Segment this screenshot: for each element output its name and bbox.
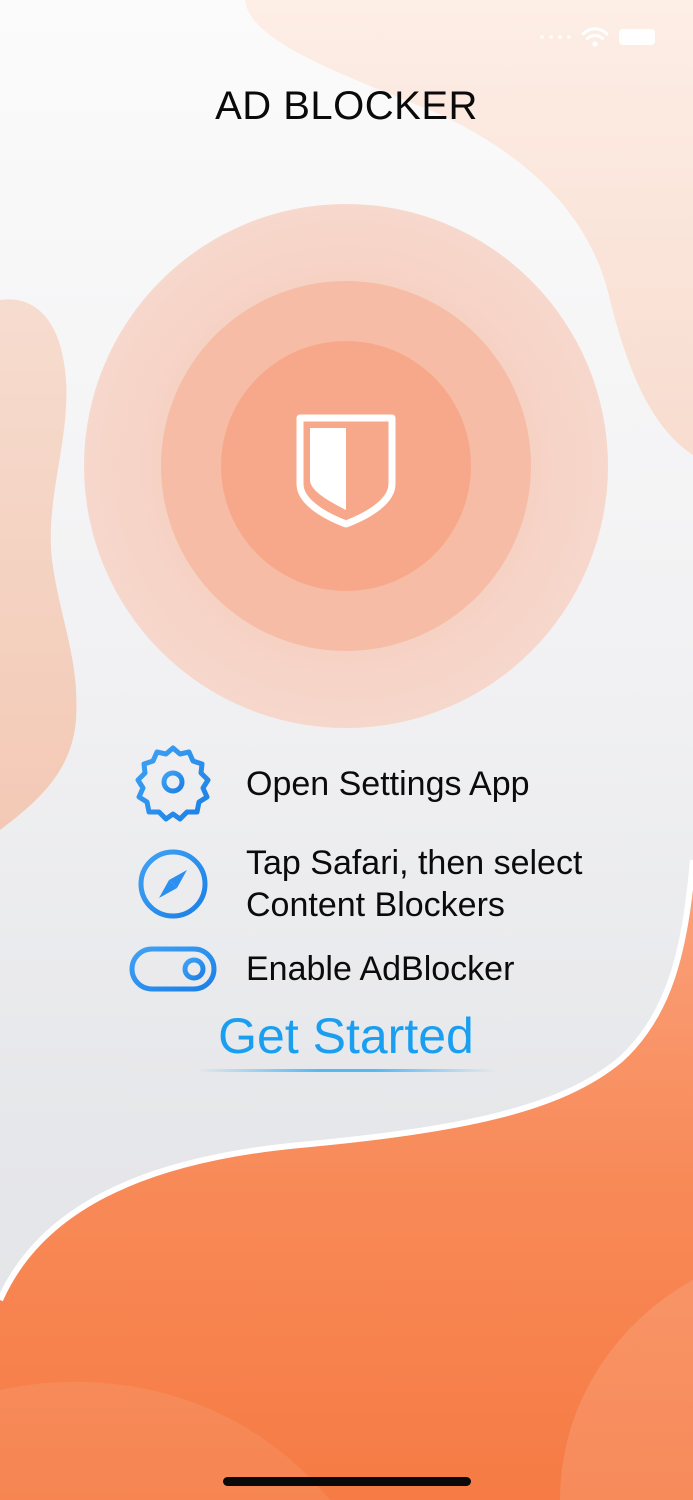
step-open-settings: Open Settings App: [128, 742, 648, 826]
page-title: AD BLOCKER: [215, 84, 478, 128]
gear-icon: [128, 742, 218, 826]
step-enable-adblocker: Enable AdBlocker: [128, 946, 648, 992]
step-line: Tap Safari, then select: [246, 844, 583, 882]
cellular-signal-icon: [540, 35, 571, 39]
step-text: Enable AdBlocker: [246, 948, 514, 990]
step-tap-safari: Tap Safari, then select Content Blockers: [128, 842, 648, 926]
cta-underline: [196, 1069, 496, 1072]
get-started-button[interactable]: Get Started: [196, 1006, 496, 1076]
status-bar: [0, 0, 693, 70]
step-line: Enable AdBlocker: [246, 950, 515, 988]
step-text: Tap Safari, then select Content Blockers: [246, 842, 582, 926]
wifi-icon: [581, 27, 609, 47]
battery-icon: [619, 29, 655, 45]
step-line: Open Settings App: [246, 765, 530, 803]
step-text: Open Settings App: [246, 763, 530, 805]
home-indicator[interactable]: [223, 1477, 471, 1486]
safari-compass-icon: [128, 846, 218, 922]
status-indicators: [540, 26, 655, 48]
get-started-label: Get Started: [218, 1008, 474, 1064]
toggle-switch-icon: [128, 946, 218, 992]
step-line: Content Blockers: [246, 886, 505, 924]
